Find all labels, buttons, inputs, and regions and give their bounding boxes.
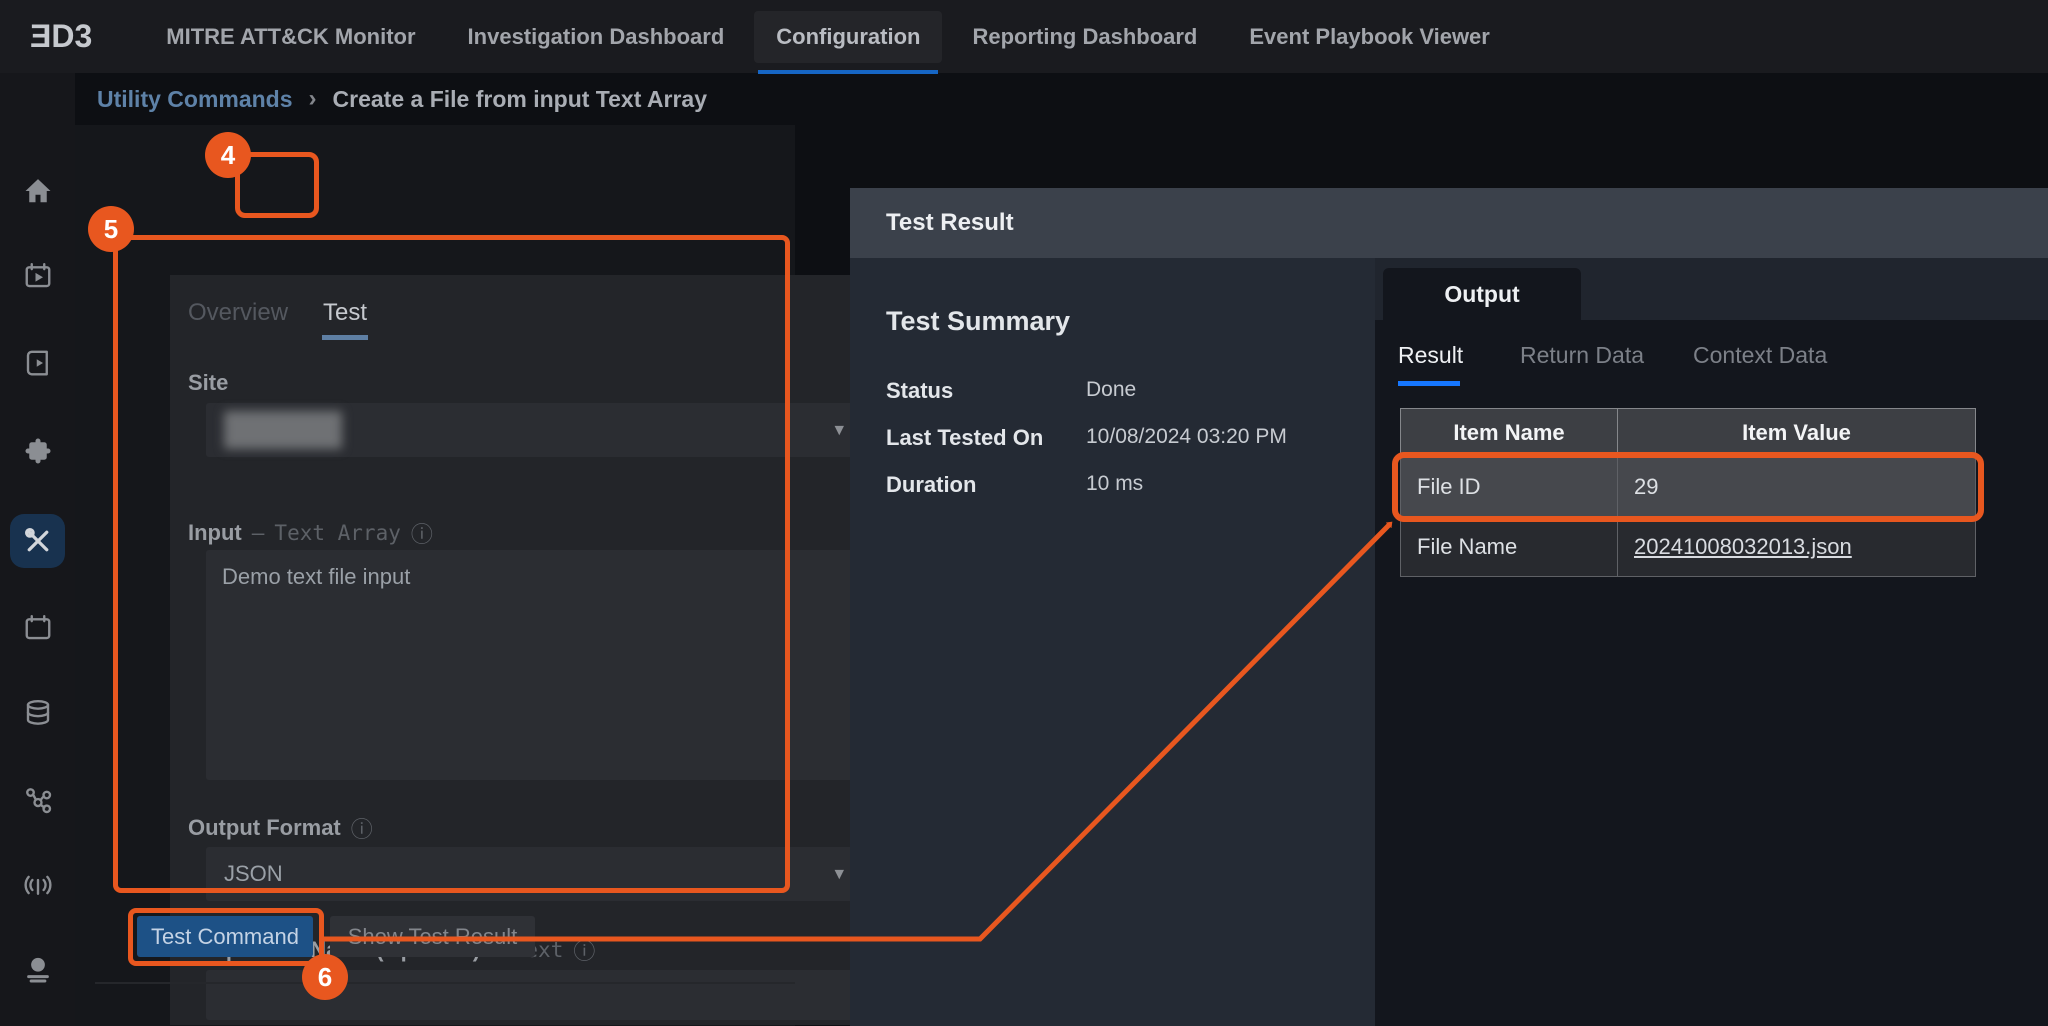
table-row-file-name: File Name 20241008032013.json [1401, 517, 1976, 577]
command-config-column: Overview Test Site ▾ Input – Text Array … [75, 125, 795, 1026]
app-window: ƎD3 MITRE ATT&CK Monitor Investigation D… [0, 0, 2048, 1026]
nav-configuration[interactable]: Configuration [754, 11, 942, 63]
last-tested-value: 10/08/2024 03:20 PM [1086, 425, 1287, 451]
show-test-result-button[interactable]: Show Test Result [330, 916, 535, 957]
info-icon[interactable]: ⓘ [351, 812, 373, 844]
annotation-badge-5: 5 [88, 206, 134, 252]
chevron-down-icon: ▾ [834, 863, 844, 886]
tab-overview[interactable]: Overview [188, 299, 288, 327]
test-command-button[interactable]: Test Command [137, 916, 313, 957]
top-nav-items: MITRE ATT&CK Monitor Investigation Dashb… [144, 11, 1512, 63]
home-icon[interactable] [0, 163, 75, 219]
test-result-panel: Test Result Test Summary Status Done Las… [850, 188, 2048, 1026]
annotation-badge-4: 4 [205, 132, 251, 178]
geo-sites-icon[interactable] [0, 943, 75, 999]
info-icon[interactable]: ⓘ [573, 934, 595, 966]
summary-row-status: Status Done [886, 378, 1346, 404]
summary-row-duration: Duration 10 ms [886, 472, 1346, 498]
site-select[interactable]: ▾ [206, 403, 860, 457]
breadcrumb: Utility Commands › Create a File from in… [97, 73, 707, 125]
info-icon[interactable]: ⓘ [411, 517, 433, 549]
subtab-return-data[interactable]: Return Data [1520, 342, 1644, 369]
table-row-file-id: File ID 29 [1401, 457, 1976, 517]
test-result-header: Test Result [850, 188, 2048, 258]
breadcrumb-utility-commands[interactable]: Utility Commands [97, 86, 293, 113]
nav-active-underline [758, 70, 938, 74]
chevron-down-icon: ▾ [834, 419, 844, 442]
file-name-value-cell: 20241008032013.json [1618, 517, 1976, 577]
file-name-name-cell: File Name [1401, 517, 1618, 577]
site-value-redacted [224, 411, 342, 449]
scheduled-playbooks-icon[interactable] [0, 248, 75, 304]
site-field-label: Site [188, 370, 228, 396]
sidebar [0, 73, 75, 1026]
tab-test-active-underline [322, 335, 368, 340]
tab-output[interactable]: Output [1383, 268, 1581, 320]
test-summary-title: Test Summary [886, 306, 1070, 337]
page-title: Create a File from input Text Array [333, 86, 707, 113]
output-content: Result Return Data Context Data Item Nam… [1375, 320, 2048, 1026]
test-result-title: Test Result [886, 209, 1014, 237]
integrations-icon[interactable] [0, 423, 75, 479]
playbook-library-icon[interactable] [0, 335, 75, 391]
result-table: Item Name Item Value File ID 29 File Nam… [1400, 408, 1976, 577]
tab-test[interactable]: Test [323, 299, 367, 327]
calendar-icon[interactable] [0, 600, 75, 656]
input-textarea[interactable]: Demo text file input [206, 550, 860, 780]
breadcrumb-chevron-icon: › [309, 85, 317, 113]
result-table-header-row: Item Name Item Value [1401, 409, 1976, 457]
file-id-value-cell: 29 [1618, 457, 1976, 517]
duration-value: 10 ms [1086, 472, 1143, 498]
annotation-badge-6: 6 [302, 954, 348, 1000]
file-download-link[interactable]: 20241008032013.json [1634, 534, 1852, 559]
correlation-graph-icon[interactable] [0, 772, 75, 828]
output-section: Output Result Return Data Context Data I… [1375, 258, 2048, 1026]
nav-configuration-label: Configuration [776, 24, 920, 49]
subtab-context-data[interactable]: Context Data [1693, 342, 1827, 369]
nav-event-playbook-viewer[interactable]: Event Playbook Viewer [1227, 11, 1511, 63]
database-icon[interactable] [0, 685, 75, 741]
output-format-select[interactable]: JSON ▾ [206, 847, 860, 901]
column-header-item-value: Item Value [1618, 409, 1976, 457]
input-field-label: Input – Text Array ⓘ [188, 517, 433, 549]
status-value: Done [1086, 378, 1136, 404]
nav-investigation-dashboard[interactable]: Investigation Dashboard [446, 11, 747, 63]
utility-commands-icon[interactable] [0, 513, 75, 569]
top-nav: ƎD3 MITRE ATT&CK Monitor Investigation D… [0, 0, 2048, 73]
nav-mitre-attck-monitor[interactable]: MITRE ATT&CK Monitor [144, 11, 437, 63]
nav-reporting-dashboard[interactable]: Reporting Dashboard [950, 11, 1219, 63]
file-id-name-cell: File ID [1401, 457, 1618, 517]
command-test-panel: Overview Test Site ▾ Input – Text Array … [170, 275, 870, 1025]
event-intake-icon[interactable] [0, 857, 75, 913]
subtab-result[interactable]: Result [1398, 342, 1463, 369]
summary-row-last-tested: Last Tested On 10/08/2024 03:20 PM [886, 425, 1346, 451]
output-format-label: Output Format ⓘ [188, 812, 373, 844]
d3-logo[interactable]: ƎD3 [30, 18, 92, 55]
panel-divider [95, 982, 795, 984]
subtab-active-underline [1398, 381, 1460, 386]
column-header-item-name: Item Name [1401, 409, 1618, 457]
